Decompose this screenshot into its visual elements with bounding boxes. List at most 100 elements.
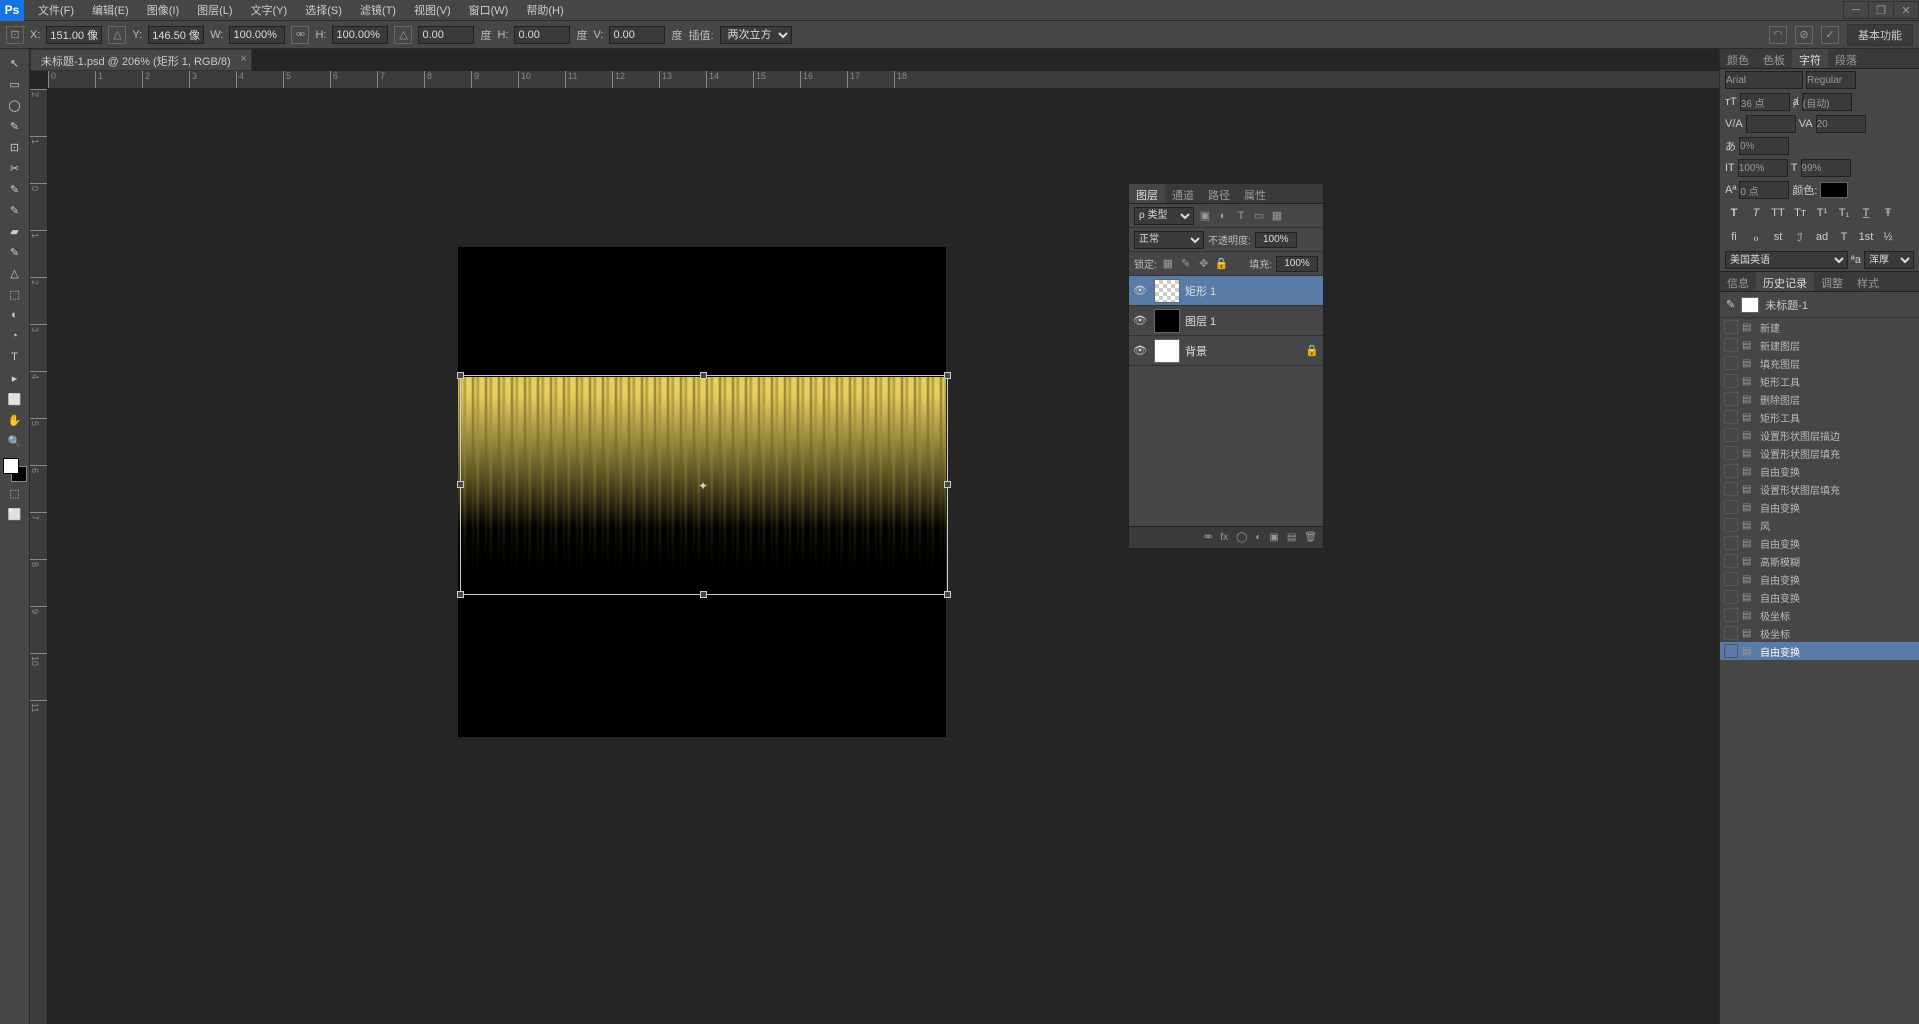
history-item[interactable]: ▤ 新建: [1720, 318, 1919, 336]
angle-input[interactable]: [418, 26, 474, 44]
hscale-input[interactable]: [1801, 159, 1851, 177]
path-tool[interactable]: ▸: [4, 368, 26, 388]
wand-tool[interactable]: ✎: [4, 116, 26, 136]
history-checkbox[interactable]: [1724, 356, 1738, 370]
filter-adjust-icon[interactable]: ◐: [1216, 209, 1230, 223]
font-size-input[interactable]: [1740, 93, 1790, 111]
visibility-icon[interactable]: 👁: [1133, 314, 1149, 327]
smallcaps-button[interactable]: Tт: [1791, 205, 1809, 221]
tab-properties[interactable]: 属性: [1237, 184, 1273, 203]
history-item[interactable]: ▤ 风: [1720, 516, 1919, 534]
group-icon[interactable]: ▣: [1269, 532, 1278, 543]
history-item[interactable]: ▤ 自由变换: [1720, 570, 1919, 588]
lasso-tool[interactable]: ◯: [4, 95, 26, 115]
ligature-button[interactable]: fi: [1725, 229, 1743, 245]
layer-kind-select[interactable]: ρ 类型: [1134, 207, 1194, 225]
menu-edit[interactable]: 编辑(E): [84, 0, 137, 20]
h-input[interactable]: [332, 26, 388, 44]
history-item[interactable]: ▤ 设置形状图层描边: [1720, 426, 1919, 444]
type-tool[interactable]: T: [4, 347, 26, 367]
menu-help[interactable]: 帮助(H): [518, 0, 571, 20]
history-item[interactable]: ▤ 自由变换: [1720, 588, 1919, 606]
history-checkbox[interactable]: [1724, 374, 1738, 388]
brush-tool[interactable]: ✎: [4, 200, 26, 220]
superscript-button[interactable]: T¹: [1813, 205, 1831, 221]
lock-all-icon[interactable]: 🔒: [1215, 257, 1229, 271]
warp-icon[interactable]: ◠: [1769, 26, 1787, 44]
history-checkbox[interactable]: [1724, 428, 1738, 442]
tab-character[interactable]: 字符: [1792, 49, 1828, 68]
layer-name[interactable]: 背景: [1185, 343, 1305, 359]
adjustment-icon[interactable]: ◐: [1255, 532, 1261, 543]
y-input[interactable]: [148, 26, 204, 44]
close-button[interactable]: ✕: [1893, 1, 1919, 19]
quick-mask-icon[interactable]: ⬚: [4, 483, 26, 503]
menu-filter[interactable]: 滤镜(T): [352, 0, 404, 20]
history-checkbox[interactable]: [1724, 464, 1738, 478]
history-item[interactable]: ▤ 自由变换: [1720, 462, 1919, 480]
lock-paint-icon[interactable]: ✎: [1179, 257, 1193, 271]
tab-swatches[interactable]: 色板: [1756, 49, 1792, 68]
lock-pos-icon[interactable]: ✥: [1197, 257, 1211, 271]
menu-select[interactable]: 选择(S): [297, 0, 350, 20]
lang-select[interactable]: 美国英语: [1725, 251, 1848, 269]
font-family-select[interactable]: [1725, 71, 1803, 89]
history-item[interactable]: ▤ 矩形工具: [1720, 372, 1919, 390]
shape-tool[interactable]: ⬜: [4, 389, 26, 409]
interp-select[interactable]: 两次立方: [720, 26, 792, 44]
history-brush-tool[interactable]: ✎: [4, 242, 26, 262]
canvas-area[interactable]: 未标题-1.psd @ 206% (矩形 1, RGB/8) × 0123456…: [30, 49, 1719, 1024]
layer-thumbnail[interactable]: [1154, 309, 1180, 333]
mask-icon[interactable]: ◯: [1236, 532, 1247, 543]
delete-layer-icon[interactable]: 🗑: [1304, 532, 1317, 543]
blur-tool[interactable]: ◐: [4, 305, 26, 325]
history-item[interactable]: ▤ 极坐标: [1720, 606, 1919, 624]
layer-thumbnail[interactable]: [1154, 279, 1180, 303]
cursive-button[interactable]: ℴ: [1747, 229, 1765, 245]
new-layer-icon[interactable]: ▤: [1287, 532, 1296, 543]
visibility-icon[interactable]: 👁: [1133, 284, 1149, 297]
crop-tool[interactable]: ⊡: [4, 137, 26, 157]
history-checkbox[interactable]: [1724, 500, 1738, 514]
history-checkbox[interactable]: [1724, 572, 1738, 586]
swap-xy-icon[interactable]: △: [108, 26, 126, 44]
fx-icon[interactable]: fx: [1220, 532, 1228, 543]
history-item[interactable]: ▤ 高斯模糊: [1720, 552, 1919, 570]
lock-trans-icon[interactable]: ▦: [1161, 257, 1175, 271]
menu-type[interactable]: 文字(Y): [243, 0, 296, 20]
marquee-tool[interactable]: ▭: [4, 74, 26, 94]
vskew-input[interactable]: [609, 26, 665, 44]
history-checkbox[interactable]: [1724, 446, 1738, 460]
history-item[interactable]: ▤ 矩形工具: [1720, 408, 1919, 426]
commit-transform-icon[interactable]: ✓: [1821, 26, 1839, 44]
history-item[interactable]: ▤ 设置形状图层填充: [1720, 480, 1919, 498]
baseline-input[interactable]: [1739, 181, 1789, 199]
history-checkbox[interactable]: [1724, 608, 1738, 622]
history-checkbox[interactable]: [1724, 536, 1738, 550]
history-checkbox[interactable]: [1724, 590, 1738, 604]
history-checkbox[interactable]: [1724, 410, 1738, 424]
history-checkbox[interactable]: [1724, 320, 1738, 334]
menu-image[interactable]: 图像(I): [139, 0, 187, 20]
hand-tool[interactable]: ✋: [4, 410, 26, 430]
fill-input[interactable]: [1276, 256, 1318, 272]
allcaps-button[interactable]: TT: [1769, 205, 1787, 221]
eraser-tool[interactable]: △: [4, 263, 26, 283]
swash-button[interactable]: ℐ: [1791, 229, 1809, 245]
ordinal-button[interactable]: T: [1835, 229, 1853, 245]
layer-row[interactable]: 👁 矩形 1: [1129, 276, 1323, 306]
tracking-input[interactable]: [1816, 115, 1866, 133]
stamp-tool[interactable]: ▰: [4, 221, 26, 241]
heal-tool[interactable]: ✎: [4, 179, 26, 199]
titling-button[interactable]: ad: [1813, 229, 1831, 245]
minimize-button[interactable]: ─: [1843, 1, 1869, 19]
tab-layers[interactable]: 图层: [1129, 184, 1165, 203]
filter-image-icon[interactable]: ▣: [1198, 209, 1212, 223]
history-item[interactable]: ▤ 自由变换: [1720, 534, 1919, 552]
history-checkbox[interactable]: [1724, 338, 1738, 352]
fraction-button[interactable]: 1st: [1857, 229, 1875, 245]
transform-ref-icon[interactable]: ⊡: [6, 26, 24, 44]
menu-layer[interactable]: 图层(L): [189, 0, 240, 20]
tab-color[interactable]: 颜色: [1720, 49, 1756, 68]
leading-input[interactable]: [1802, 93, 1852, 111]
